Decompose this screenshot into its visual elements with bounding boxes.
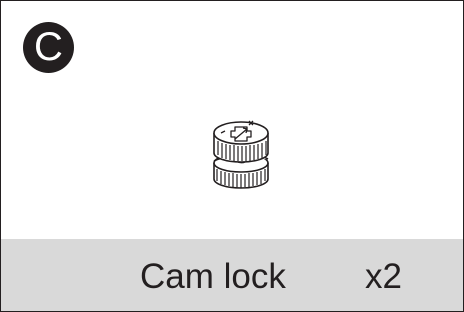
- cam-lock-icon: [213, 120, 269, 189]
- part-letter-badge: C: [23, 22, 74, 73]
- part-footer: Cam lock x2: [1, 239, 463, 311]
- part-quantity-label: x2: [365, 257, 402, 296]
- part-card: C Cam lock x2: [0, 0, 464, 312]
- part-name-label: Cam lock: [140, 257, 286, 296]
